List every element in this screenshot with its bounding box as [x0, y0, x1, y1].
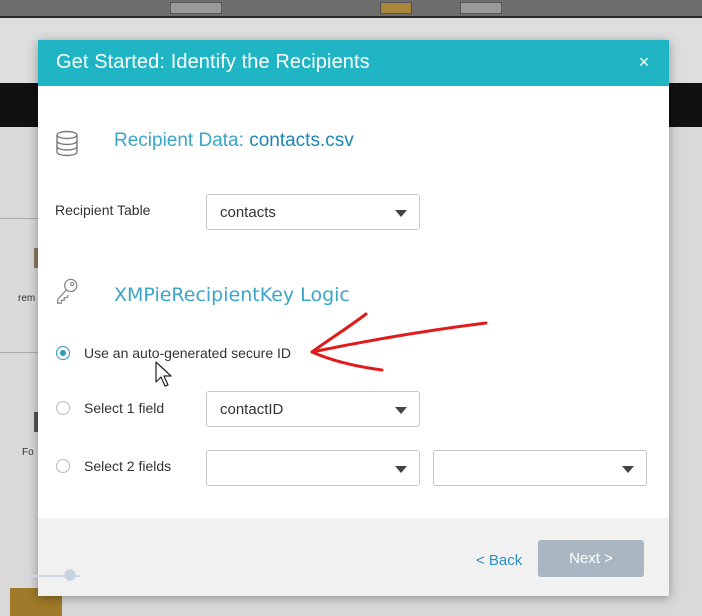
dialog-header: Get Started: Identify the Recipients ×: [38, 40, 669, 86]
recipient-table-label: Recipient Table: [55, 202, 151, 218]
dialog-footer: < Back Next >: [38, 518, 669, 596]
select-one-field-radio[interactable]: [56, 401, 70, 415]
background-toolbar-segment: [170, 2, 222, 14]
select-two-fields-label[interactable]: Select 2 fields: [84, 458, 171, 474]
auto-id-label[interactable]: Use an auto-generated secure ID: [84, 345, 291, 361]
background-toolbar-segment: [460, 2, 502, 14]
recipient-data-label: Recipient Data:: [114, 130, 250, 151]
chevron-down-icon: [622, 466, 634, 473]
database-icon: [56, 130, 78, 157]
recipient-data-heading: Recipient Data: contacts.csv: [114, 130, 354, 152]
close-icon: ×: [638, 52, 650, 72]
background-divider: [0, 218, 40, 219]
background-divider: [0, 352, 40, 353]
one-field-select[interactable]: contactID: [206, 391, 420, 427]
chevron-down-icon: [395, 210, 407, 217]
background-slider-handle: [64, 569, 76, 581]
get-started-dialog: Get Started: Identify the Recipients × R…: [38, 40, 669, 596]
recipient-table-select[interactable]: contacts: [206, 194, 420, 230]
two-fields-select-1[interactable]: [206, 450, 420, 486]
dialog-title: Get Started: Identify the Recipients: [56, 51, 370, 73]
back-button[interactable]: < Back: [476, 552, 522, 569]
key-logic-heading: XMPieRecipientKey Logic: [114, 284, 350, 307]
background-side-label: rem: [18, 293, 36, 304]
select-two-fields-radio[interactable]: [56, 459, 70, 473]
key-icon: [57, 278, 78, 304]
recipient-data-filename: contacts.csv: [249, 130, 354, 151]
background-toolbar-segment: [380, 2, 412, 14]
key-logic-label: XMPieRecipientKey Logic: [114, 284, 350, 306]
recipient-table-value: contacts: [220, 204, 276, 221]
select-one-field-label[interactable]: Select 1 field: [84, 400, 164, 416]
auto-id-radio[interactable]: [56, 346, 70, 360]
background-side-label: Fo: [22, 447, 34, 458]
two-fields-select-2[interactable]: [433, 450, 647, 486]
chevron-down-icon: [395, 466, 407, 473]
chevron-down-icon: [395, 407, 407, 414]
one-field-value: contactID: [220, 401, 284, 418]
next-button[interactable]: Next >: [538, 540, 644, 577]
background-toolbar: [0, 0, 702, 18]
close-button[interactable]: ×: [633, 50, 655, 74]
